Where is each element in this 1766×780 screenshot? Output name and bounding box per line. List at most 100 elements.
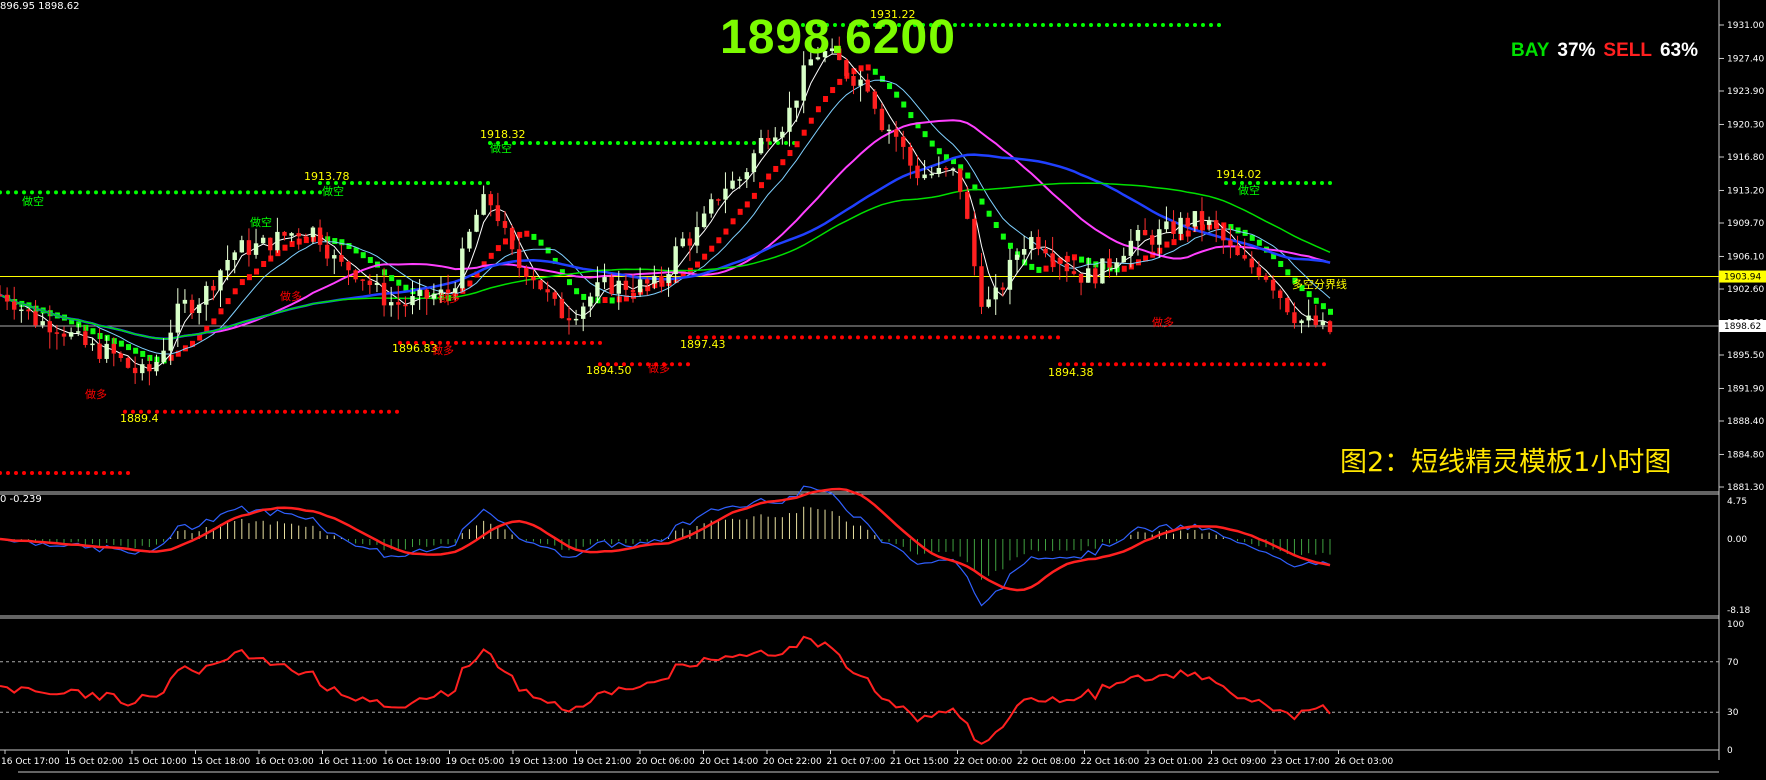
- candle-body: [1221, 228, 1226, 241]
- price-tick-label: 1916.80: [1727, 153, 1764, 163]
- ribbon-block: [1007, 242, 1013, 249]
- time-tick-label: 22 Oct 08:00: [1017, 757, 1076, 767]
- ribbon-block: [303, 237, 309, 244]
- level-dot: [163, 409, 167, 414]
- candle-body: [1249, 258, 1254, 268]
- ohlc-readout: 896.95 1898.62: [0, 1, 80, 12]
- ribbon-block: [894, 91, 900, 98]
- level-dot: [1264, 181, 1268, 186]
- ribbon-block: [566, 279, 572, 286]
- level-dot: [14, 471, 18, 476]
- price-tick-label: 1906.10: [1727, 252, 1764, 262]
- level-dot: [672, 141, 676, 146]
- level-dot: [14, 190, 18, 195]
- candle-body: [374, 282, 380, 285]
- time-tick-label: 22 Oct 00:00: [954, 757, 1013, 767]
- level-dot: [686, 362, 690, 367]
- ribbon-block: [979, 198, 985, 205]
- candle-body: [424, 289, 429, 299]
- ribbon-block: [965, 172, 971, 179]
- level-dot: [1122, 362, 1126, 367]
- rsi-panel: 100 70 30 0: [0, 620, 1744, 756]
- candle-body: [4, 294, 10, 302]
- level-dot: [374, 181, 378, 186]
- level-dot: [984, 335, 988, 340]
- ribbon-block: [581, 293, 587, 300]
- chart-canvas[interactable]: 1931.00 1927.40 1923.90 1920.30 1916.80 1913.…: [0, 0, 1766, 776]
- level-dot: [993, 23, 997, 27]
- level-dot: [550, 340, 554, 345]
- candle-body: [943, 168, 949, 170]
- candle-body: [886, 129, 892, 132]
- level-dot: [54, 190, 58, 195]
- level-dot: [494, 340, 498, 345]
- level-dot: [1153, 23, 1157, 27]
- price-tick-label: 1895.50: [1727, 351, 1764, 361]
- candle-body: [1071, 271, 1077, 274]
- candle-body: [645, 279, 650, 284]
- level-dot: [398, 181, 402, 186]
- ribbon-block: [1043, 265, 1049, 272]
- candle-body: [125, 358, 131, 368]
- level-dot: [1048, 335, 1052, 340]
- trading-chart-window[interactable]: 1931.00 1927.40 1923.90 1920.30 1916.80 1913.…: [0, 0, 1766, 776]
- macd-axis-label: 4.75: [1727, 497, 1747, 507]
- candle-body: [1285, 297, 1290, 313]
- candle-body: [1171, 221, 1176, 234]
- candle-body: [317, 227, 323, 245]
- level-dot: [584, 141, 588, 146]
- level-dot: [608, 141, 612, 146]
- level-dot: [592, 141, 596, 146]
- candle-body: [502, 221, 508, 228]
- candle-body: [239, 240, 245, 253]
- candle-body: [132, 367, 138, 374]
- price-annotation: 多空分界线: [1292, 277, 1347, 291]
- candle-body: [701, 213, 707, 228]
- candle-body: [467, 231, 472, 249]
- level-dot: [1201, 23, 1205, 27]
- level-dot: [110, 190, 114, 195]
- level-dot: [920, 335, 924, 340]
- level-dot: [1258, 362, 1262, 367]
- level-dot: [294, 190, 298, 195]
- candle-body: [118, 353, 124, 359]
- candle-body: [986, 299, 991, 307]
- level-dot: [840, 335, 844, 340]
- price-annotation: 做空: [22, 194, 44, 208]
- ribbon-block: [858, 65, 864, 72]
- time-tick-label: 21 Oct 07:00: [827, 757, 886, 767]
- level-dot: [62, 190, 66, 195]
- level-dot: [752, 335, 756, 340]
- level-dot: [203, 409, 207, 414]
- price-annotation: 1894.50: [586, 364, 632, 377]
- level-dot: [568, 141, 572, 146]
- candle-body: [246, 240, 252, 255]
- candle-body: [730, 180, 735, 189]
- level-dot: [1089, 23, 1093, 27]
- level-dot: [728, 141, 732, 146]
- candle-body: [623, 280, 629, 290]
- level-dot: [1170, 362, 1174, 367]
- level-dot: [1304, 181, 1308, 186]
- level-dot: [86, 190, 90, 195]
- candle-body: [26, 309, 31, 312]
- level-dot: [1290, 362, 1294, 367]
- level-dot: [1202, 362, 1206, 367]
- candle-body: [908, 146, 913, 166]
- rsi-axis-label: 100: [1727, 620, 1744, 630]
- level-dot: [6, 190, 10, 195]
- price-tick-label: 1927.40: [1727, 54, 1764, 64]
- level-dot: [219, 409, 223, 414]
- level-dot: [848, 335, 852, 340]
- level-dot: [728, 335, 732, 340]
- level-dot: [251, 409, 255, 414]
- level-dot: [0, 190, 2, 195]
- price-annotation: 做多: [432, 343, 454, 357]
- price-annotation: 1889.4: [120, 412, 159, 425]
- level-dot: [656, 141, 660, 146]
- candle-body: [901, 136, 906, 147]
- ribbon-block: [751, 192, 757, 199]
- level-dot: [969, 23, 973, 27]
- candle-body: [609, 277, 614, 294]
- level-dot: [478, 181, 482, 186]
